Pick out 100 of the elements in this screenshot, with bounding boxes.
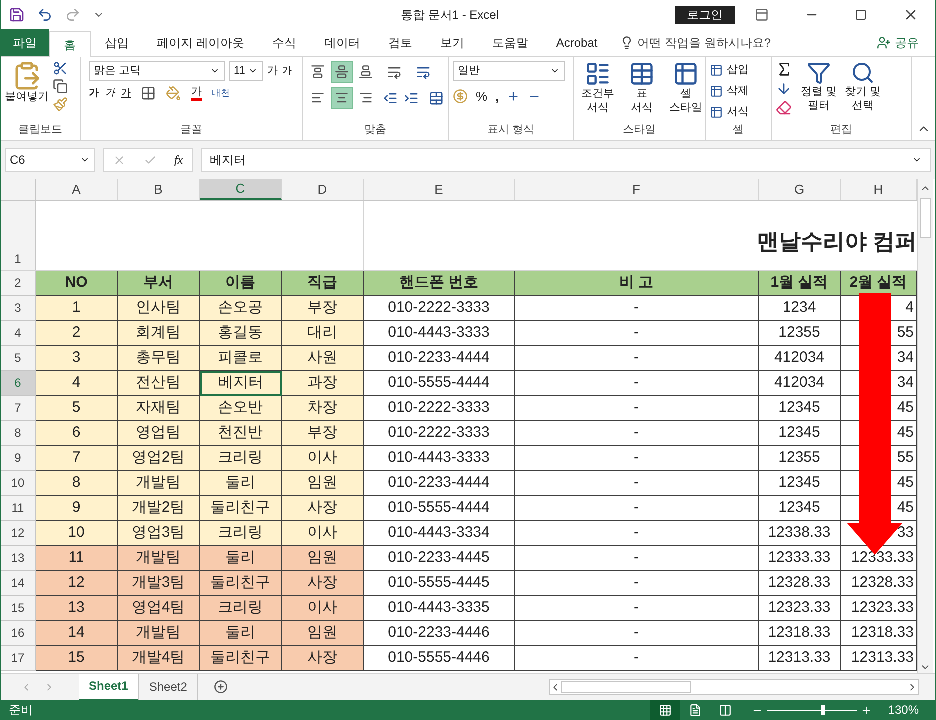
zoom-slider[interactable] <box>767 705 858 715</box>
table-cell: 10 <box>36 521 118 546</box>
fill-down-icon[interactable] <box>776 81 792 97</box>
table-cell: 010-5555-4445 <box>364 571 515 596</box>
file-tab[interactable]: 파일 <box>1 29 49 56</box>
sheet-tab[interactable]: Sheet1 <box>79 674 140 700</box>
table-cell: 010-2222-3333 <box>364 396 515 421</box>
table-cell: 12345 <box>759 396 841 421</box>
horizontal-scrollbar-thumb[interactable] <box>561 681 691 693</box>
row-number[interactable]: 13 <box>1 546 36 571</box>
row-number[interactable]: 4 <box>1 321 36 346</box>
add-sheet-icon[interactable] <box>214 680 228 694</box>
view-icon <box>688 704 702 716</box>
fill-color-icon[interactable] <box>166 86 181 101</box>
style-button[interactable]: 조건부 서식 <box>578 61 618 122</box>
row-number[interactable]: 5 <box>1 346 36 371</box>
zoom-in-icon[interactable] <box>861 704 872 716</box>
view-button[interactable] <box>650 700 680 720</box>
font-name-dropdown[interactable]: 맑은 고딕 <box>89 61 225 81</box>
cells-button[interactable]: 삽입 <box>710 61 749 79</box>
column-header[interactable]: G <box>759 179 841 200</box>
wrap-text-icon[interactable] <box>416 64 431 80</box>
row-number[interactable]: 9 <box>1 446 36 471</box>
font-size-dropdown[interactable]: 11 <box>229 61 263 81</box>
underline-button[interactable]: 가 <box>121 86 131 101</box>
formula-field[interactable]: 베지터 <box>201 148 931 172</box>
comma-button[interactable]: , <box>496 87 500 106</box>
cells-button[interactable]: 삭제 <box>710 82 749 100</box>
ribbon-tab[interactable]: 검토 <box>374 30 426 56</box>
login-button[interactable]: 로그인 <box>675 6 735 24</box>
row-number[interactable]: 6 <box>1 371 36 396</box>
table-cell: 손오반 <box>200 396 282 421</box>
share-button[interactable]: 공유 <box>877 30 919 56</box>
ribbon-tab[interactable]: 도움말 <box>478 30 542 56</box>
increase-decimal-icon[interactable] <box>507 90 520 104</box>
percent-button[interactable]: % <box>476 87 488 106</box>
insert-function-button[interactable]: fx <box>174 151 184 169</box>
table-cell: 12333.33 <box>841 546 917 571</box>
column-header[interactable]: D <box>282 179 364 200</box>
ribbon-tab[interactable]: 페이지 레이아웃 <box>143 30 258 56</box>
ribbon-tab[interactable]: 수식 <box>258 30 310 56</box>
ribbon-tab[interactable]: Acrobat <box>542 30 612 56</box>
save-icon[interactable] <box>9 7 25 23</box>
ribbon-tab[interactable]: 보기 <box>426 30 478 56</box>
bold-button[interactable]: 가 <box>89 86 99 101</box>
undo-icon[interactable] <box>37 7 53 23</box>
italic-button[interactable]: 가 <box>105 86 115 101</box>
copy-icon[interactable] <box>53 79 68 94</box>
increase-indent-icon[interactable] <box>404 90 419 106</box>
row-number[interactable]: 15 <box>1 596 36 621</box>
horizontal-align-button[interactable] <box>331 87 353 109</box>
editing-button[interactable]: 찾기 및 선택 <box>845 61 882 122</box>
table-cell: 010-4443-3335 <box>364 596 515 621</box>
row-number[interactable]: 14 <box>1 571 36 596</box>
column-title-cell: 직급 <box>282 271 364 296</box>
row-number[interactable]: 12 <box>1 521 36 546</box>
vertical-align-button[interactable] <box>331 61 353 83</box>
table-cell: 이사 <box>282 596 364 621</box>
merge-icon[interactable] <box>429 90 444 106</box>
ribbon-tab[interactable]: 홈 <box>49 31 91 57</box>
row-number[interactable]: 16 <box>1 621 36 646</box>
ribbon-display-icon[interactable] <box>755 8 769 22</box>
row-number[interactable]: 2 <box>1 271 36 296</box>
column-header[interactable]: E <box>364 179 515 200</box>
tell-me-field[interactable]: 어떤 작업을 원하시나요? <box>638 34 772 52</box>
editing-button[interactable]: 정렬 및 필터 <box>801 61 838 122</box>
borders-icon[interactable] <box>141 86 156 101</box>
eraser-icon[interactable] <box>776 100 792 116</box>
vertical-scrollbar-thumb[interactable] <box>920 198 931 238</box>
table-cell: 크리링 <box>200 596 282 621</box>
number-format-dropdown[interactable]: 일반 <box>453 61 565 81</box>
style-button[interactable]: 표 서식 <box>622 61 662 122</box>
font-color-button[interactable]: 가 <box>191 86 202 100</box>
paste-button[interactable]: 붙여넣기 <box>5 61 49 122</box>
grow-font-button[interactable]: 가 <box>267 62 278 80</box>
style-button[interactable]: 셀 스타일 <box>666 61 706 122</box>
name-box[interactable]: C6 <box>5 148 95 172</box>
row-number[interactable]: 11 <box>1 496 36 521</box>
zoom-level[interactable]: 130% <box>888 701 919 719</box>
column-header[interactable]: F <box>515 179 759 200</box>
column-header[interactable]: A <box>36 179 118 200</box>
shrink-font-button[interactable]: 가 <box>282 64 292 78</box>
phonetic-button[interactable]: 내천 <box>212 86 230 100</box>
table-cell: 부장 <box>282 421 364 446</box>
cells-button[interactable]: 서식 <box>710 103 749 121</box>
decrease-indent-icon[interactable] <box>383 90 398 106</box>
row-number[interactable]: 17 <box>1 646 36 671</box>
ribbon-tab[interactable]: 데이터 <box>310 30 374 56</box>
zoom-slider-thumb[interactable] <box>821 705 826 715</box>
table-cell: 412034 <box>759 346 841 371</box>
row-number[interactable]: 1 <box>1 201 36 270</box>
ribbon-tab[interactable]: 삽입 <box>91 30 143 56</box>
row-number[interactable]: 8 <box>1 421 36 446</box>
cut-icon[interactable] <box>53 61 68 76</box>
row-number[interactable]: 3 <box>1 296 36 321</box>
status-text: 준비 <box>9 702 33 719</box>
row-number[interactable]: 7 <box>1 396 36 421</box>
row-number[interactable]: 10 <box>1 471 36 496</box>
maximize-icon[interactable] <box>855 9 867 21</box>
column-header[interactable]: C <box>200 179 282 200</box>
